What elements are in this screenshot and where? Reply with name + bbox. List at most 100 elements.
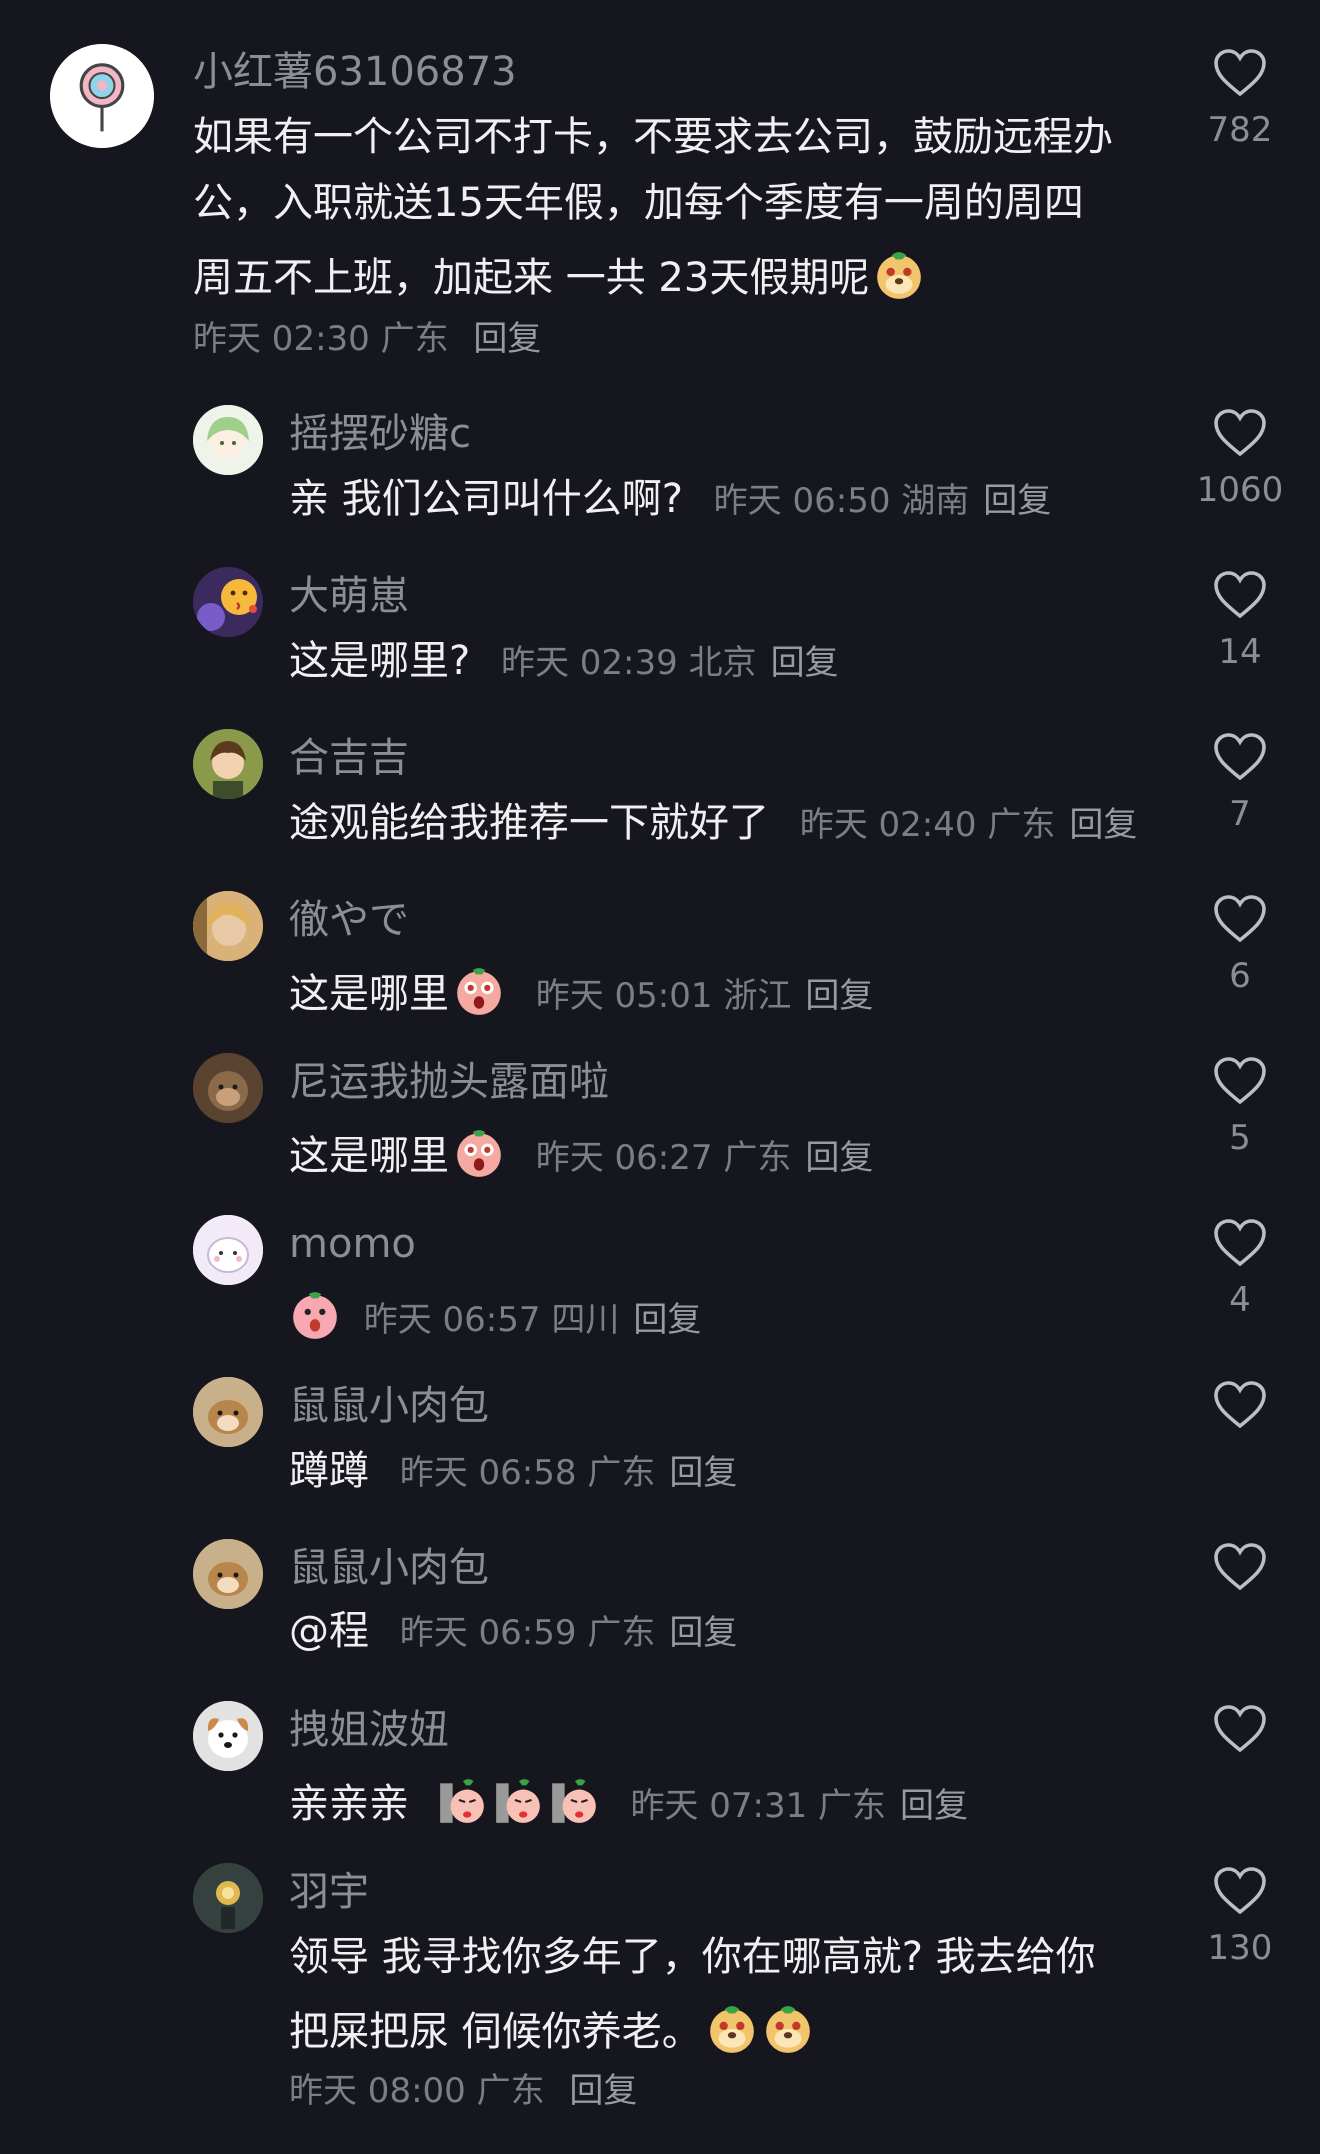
monkey-avatar-icon — [193, 1053, 263, 1123]
reply-location: 浙江 — [723, 976, 792, 1016]
username[interactable]: 羽宇 — [289, 1872, 369, 1912]
username[interactable]: 鼠鼠小肉包 — [289, 1548, 489, 1588]
reply-button[interactable]: 回复 — [473, 319, 541, 359]
like-button[interactable] — [1200, 1380, 1280, 1430]
reply-time: 昨天 07:31 — [630, 1786, 808, 1826]
like-button[interactable]: 4 — [1200, 1218, 1280, 1320]
like-count: 1060 — [1196, 470, 1284, 510]
like-button[interactable]: 14 — [1200, 570, 1280, 672]
heart-outline-icon — [1214, 1381, 1266, 1429]
reply-button[interactable]: 回复 — [771, 643, 839, 683]
user-avatar[interactable] — [193, 1701, 263, 1771]
like-button[interactable]: 782 — [1200, 48, 1280, 150]
reply-body: 这是哪里 昨天 06:27 广东 回复 — [289, 1127, 873, 1179]
username[interactable]: 合吉吉 — [289, 738, 409, 778]
kiss-sticker-emoji-icon — [492, 1775, 544, 1827]
reply-location: 广东 — [723, 1138, 792, 1178]
heart-outline-icon — [1214, 895, 1266, 943]
reply-button[interactable]: 回复 — [1069, 805, 1137, 845]
kiss-sticker-emoji-icon — [548, 1775, 600, 1827]
reply-text: 这是哪里 — [289, 971, 449, 1017]
user-avatar[interactable] — [193, 1215, 263, 1285]
reply-location: 广东 — [587, 1613, 656, 1653]
username[interactable]: 徹やで — [289, 900, 409, 940]
reply-meta: 昨天 06:50 湖南 回复 — [714, 481, 1052, 521]
user-avatar[interactable] — [193, 1539, 263, 1609]
comment-text-line: 公，入职就送15天年假，加每个季度有一周的周四 — [193, 180, 1084, 226]
hamster-avatar-icon — [193, 1377, 263, 1447]
reply-location: 广东 — [818, 1786, 887, 1826]
like-button[interactable]: 5 — [1200, 1056, 1280, 1158]
user-avatar[interactable] — [193, 567, 263, 637]
username[interactable]: 小红薯63106873 — [193, 52, 517, 92]
reply-time: 昨天 02:39 — [500, 643, 678, 683]
user-avatar[interactable] — [193, 1863, 263, 1933]
surprised-face-emoji-icon — [289, 1289, 341, 1341]
kiss-face-avatar-icon — [193, 567, 263, 637]
reply-meta: 昨天 02:39 北京 回复 — [501, 643, 839, 683]
reply-button[interactable]: 回复 — [805, 976, 873, 1016]
reply-time: 昨天 08:00 — [289, 2071, 466, 2111]
reply-text: 亲亲亲 — [289, 1781, 409, 1827]
heart-outline-icon — [1214, 49, 1266, 97]
reply-meta: 昨天 07:31 广东 回复 — [630, 1786, 968, 1826]
reply-button[interactable]: 回复 — [900, 1786, 968, 1826]
reply-text: 亲 我们公司叫什么啊? — [289, 476, 683, 522]
user-avatar[interactable] — [193, 1053, 263, 1123]
like-button[interactable]: 130 — [1200, 1866, 1280, 1968]
comment-location: 广东 — [380, 319, 449, 359]
reply-button[interactable]: 回复 — [983, 481, 1051, 521]
reply-button[interactable]: 回复 — [633, 1300, 701, 1340]
reply-button[interactable]: 回复 — [805, 1138, 873, 1178]
username[interactable]: 拽姐波妞 — [289, 1710, 449, 1750]
doge-emoji-icon — [762, 2003, 814, 2055]
reply-text: 这是哪里? — [289, 638, 471, 684]
like-button[interactable] — [1200, 1542, 1280, 1592]
reply-button[interactable]: 回复 — [669, 1613, 737, 1653]
heart-outline-icon — [1214, 409, 1266, 457]
like-button[interactable]: 7 — [1200, 732, 1280, 834]
comment-text-line: 周五不上班，加起来 一共 23天假期呢 — [193, 249, 925, 301]
reply-meta: 昨天 05:01 浙江 回复 — [536, 976, 874, 1016]
user-avatar[interactable] — [193, 405, 263, 475]
reply-text: 把屎把尿 伺候你养老。 — [289, 2009, 702, 2055]
user-avatar[interactable] — [193, 891, 263, 961]
like-button[interactable] — [1200, 1704, 1280, 1754]
comment-text-line: 如果有一个公司不打卡，不要求去公司，鼓励远程办 — [193, 114, 1113, 160]
like-count: 130 — [1207, 1928, 1273, 1968]
reply-text[interactable]: @程 — [289, 1608, 369, 1654]
reply-body: 途观能给我推荐一下就好了 昨天 02:40 广东 回复 — [289, 803, 1137, 843]
reply-body: 亲 我们公司叫什么啊? 昨天 06:50 湖南 回复 — [289, 479, 1051, 519]
reply-button[interactable]: 回复 — [669, 1453, 737, 1493]
reply-location: 北京 — [688, 643, 757, 683]
lollipop-avatar-icon — [50, 44, 154, 148]
heart-outline-icon — [1214, 571, 1266, 619]
like-count: 7 — [1229, 794, 1251, 834]
reply-button[interactable]: 回复 — [569, 2071, 637, 2111]
like-count: 6 — [1229, 956, 1251, 996]
reply-location: 湖南 — [901, 481, 970, 521]
shocked-face-emoji-icon — [453, 1127, 505, 1179]
user-avatar[interactable] — [50, 44, 154, 148]
user-avatar[interactable] — [193, 729, 263, 799]
like-button[interactable]: 6 — [1200, 894, 1280, 996]
reply-text: 途观能给我推荐一下就好了 — [289, 800, 769, 846]
reply-time: 昨天 02:40 — [799, 805, 977, 845]
user-avatar[interactable] — [193, 1377, 263, 1447]
comment-text: 周五不上班，加起来 一共 23天假期呢 — [193, 255, 870, 301]
username[interactable]: 摇摆砂糖c — [289, 414, 471, 454]
reply-meta: 昨天 06:58 广东 回复 — [400, 1453, 738, 1493]
username[interactable]: 鼠鼠小肉包 — [289, 1386, 489, 1426]
username[interactable]: 大萌崽 — [289, 576, 409, 616]
username[interactable]: momo — [289, 1224, 416, 1264]
like-count: 14 — [1218, 632, 1262, 672]
reply-meta: 昨天 06:27 广东 回复 — [536, 1138, 874, 1178]
like-button[interactable]: 1060 — [1197, 408, 1283, 510]
username[interactable]: 尼运我抛头露面啦 — [289, 1062, 609, 1102]
reply-meta: 昨天 06:57 四川 回复 — [364, 1300, 702, 1340]
like-count: 782 — [1207, 110, 1273, 150]
reply-text-line: 把屎把尿 伺候你养老。 — [289, 2003, 814, 2055]
heart-outline-icon — [1214, 733, 1266, 781]
anime-girl-avatar-icon — [193, 405, 263, 475]
reply-text-line: 领导 我寻找你多年了，你在哪高就? 我去给你 — [289, 1934, 1096, 1980]
